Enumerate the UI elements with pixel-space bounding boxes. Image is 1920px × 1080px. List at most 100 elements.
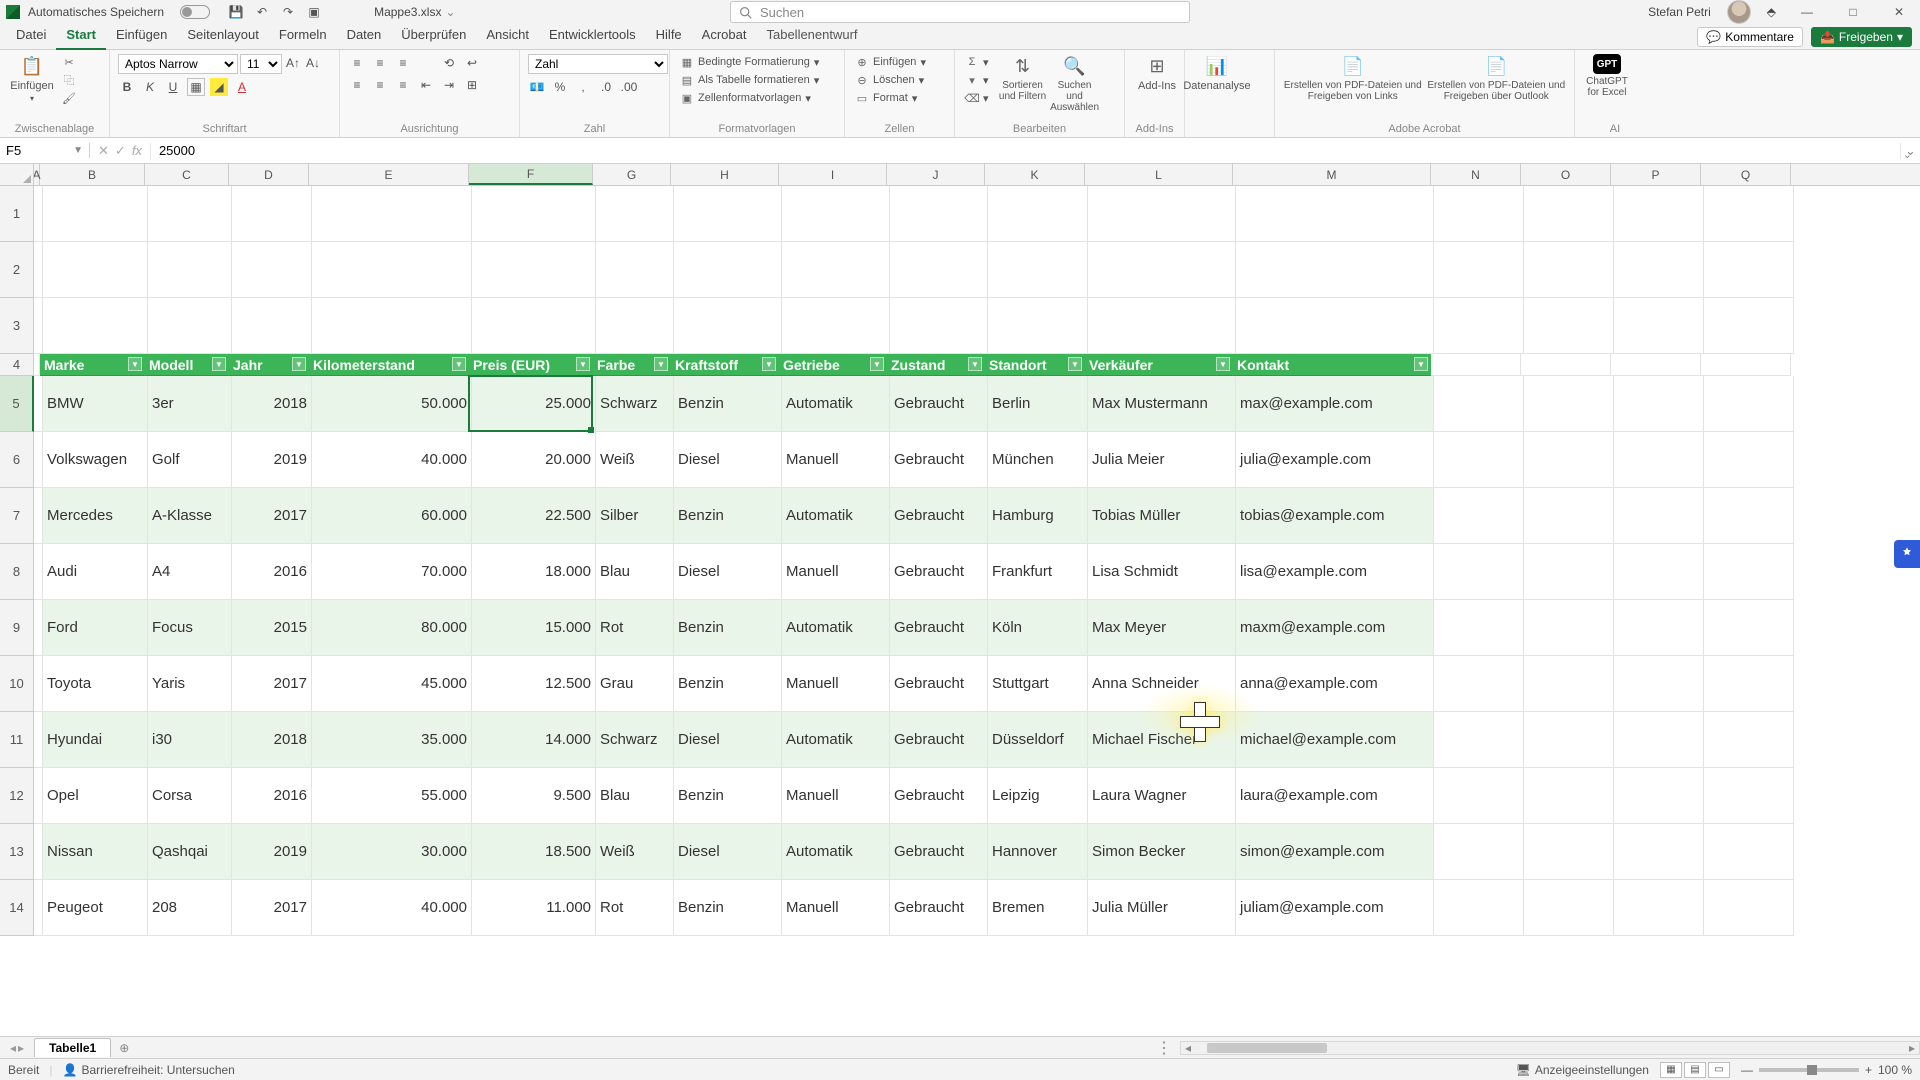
cell-J[interactable]: Gebraucht — [890, 544, 988, 600]
cell-D[interactable] — [232, 186, 312, 242]
cell-O[interactable] — [1524, 656, 1614, 712]
number-format-select[interactable]: Zahl — [528, 54, 668, 74]
fill-button[interactable]: ▾▾ — [963, 72, 991, 88]
cell-H[interactable]: Benzin — [674, 600, 782, 656]
name-box-dropdown-icon[interactable]: ▼ — [73, 145, 83, 156]
cell-L[interactable]: Tobias Müller — [1088, 488, 1236, 544]
cell-L[interactable]: Julia Meier — [1088, 432, 1236, 488]
cell-P[interactable] — [1614, 298, 1704, 354]
cell-L[interactable]: Michael Fischer — [1088, 712, 1236, 768]
cell-D[interactable] — [232, 242, 312, 298]
row-head-7[interactable]: 7 — [0, 488, 34, 544]
autosum-button[interactable]: Σ▾ — [963, 54, 991, 70]
cell-M[interactable]: anna@example.com — [1236, 656, 1434, 712]
cell-P[interactable] — [1614, 544, 1704, 600]
orientation-icon[interactable]: ⟲ — [440, 54, 458, 72]
cell-D[interactable]: 2017 — [232, 880, 312, 936]
cell-E[interactable]: 50.000 — [312, 376, 472, 432]
cell-J[interactable]: Gebraucht — [890, 712, 988, 768]
align-middle-icon[interactable]: ≡ — [371, 54, 389, 72]
cell-C[interactable]: A4 — [148, 544, 232, 600]
zoom-slider[interactable] — [1759, 1068, 1859, 1072]
cell-J[interactable] — [890, 298, 988, 354]
cell-A[interactable] — [34, 712, 43, 768]
cell-G[interactable]: Grau — [596, 656, 674, 712]
clear-button[interactable]: ⌫▾ — [963, 90, 991, 106]
cell-E[interactable]: 30.000 — [312, 824, 472, 880]
cell-H[interactable]: Benzin — [674, 376, 782, 432]
cell-I[interactable]: Getriebe▼ — [779, 354, 887, 376]
insert-cells-button[interactable]: ⊕Einfügen ▾ — [853, 54, 946, 70]
cell-F[interactable] — [472, 298, 596, 354]
cell-F[interactable]: 22.500 — [472, 488, 596, 544]
cell-G[interactable]: Silber — [596, 488, 674, 544]
accessibility-label[interactable]: Barrierefreiheit: Untersuchen — [81, 1063, 234, 1077]
cell-Q[interactable] — [1704, 298, 1794, 354]
cell-J[interactable]: Gebraucht — [890, 880, 988, 936]
cell-H[interactable]: Kraftstoff▼ — [671, 354, 779, 376]
cell-N[interactable] — [1434, 432, 1524, 488]
comma-format-icon[interactable]: , — [574, 78, 592, 96]
cell-L[interactable]: Verkäufer▼ — [1085, 354, 1233, 376]
col-head-Q[interactable]: Q — [1701, 164, 1791, 185]
cell-G[interactable]: Blau — [596, 544, 674, 600]
cell-F[interactable]: 12.500 — [472, 656, 596, 712]
cell-L[interactable] — [1088, 242, 1236, 298]
cell-A[interactable] — [34, 376, 43, 432]
cell-K[interactable]: Berlin — [988, 376, 1088, 432]
ribbon-tab-tabellenentwurf[interactable]: Tabellenentwurf — [756, 23, 867, 50]
row-head-9[interactable]: 9 — [0, 600, 34, 656]
data-analysis-button[interactable]: 📊Datenanalyse — [1193, 54, 1241, 92]
cell-F[interactable]: 11.000 — [472, 880, 596, 936]
cell-C[interactable]: i30 — [148, 712, 232, 768]
cell-F[interactable]: Preis (EUR)▼ — [469, 354, 593, 376]
copy-button[interactable]: ⿻ — [60, 72, 78, 88]
cell-K[interactable] — [988, 186, 1088, 242]
cell-A[interactable] — [34, 880, 43, 936]
cell-F[interactable] — [472, 186, 596, 242]
cell-D[interactable]: 2017 — [232, 656, 312, 712]
cell-P[interactable] — [1614, 488, 1704, 544]
cell-I[interactable]: Automatik — [782, 488, 890, 544]
cell-O[interactable] — [1524, 376, 1614, 432]
acrobat-link-button[interactable]: 📄Erstellen von PDF-Dateien und Freigeben… — [1283, 54, 1423, 102]
cell-M[interactable]: Kontakt▼ — [1233, 354, 1431, 376]
row-head-5[interactable]: 5 — [0, 376, 34, 432]
cell-J[interactable]: Gebraucht — [890, 488, 988, 544]
cell-N[interactable] — [1434, 600, 1524, 656]
col-head-J[interactable]: J — [887, 164, 985, 185]
cell-I[interactable]: Automatik — [782, 600, 890, 656]
col-head-K[interactable]: K — [985, 164, 1085, 185]
cell-D[interactable]: Jahr▼ — [229, 354, 309, 376]
align-left-icon[interactable]: ≡ — [348, 76, 366, 94]
cell-H[interactable]: Benzin — [674, 768, 782, 824]
cell-B[interactable]: Opel — [43, 768, 148, 824]
cell-K[interactable]: Hamburg — [988, 488, 1088, 544]
cell-A[interactable] — [34, 600, 43, 656]
formula-input[interactable] — [159, 143, 1892, 158]
cell-B[interactable]: Mercedes — [43, 488, 148, 544]
select-all-button[interactable] — [0, 164, 34, 185]
acrobat-outlook-button[interactable]: 📄Erstellen von PDF-Dateien und Freigeben… — [1427, 54, 1567, 102]
cell-G[interactable]: Weiß — [596, 432, 674, 488]
col-head-M[interactable]: M — [1233, 164, 1431, 185]
cell-J[interactable]: Gebraucht — [890, 768, 988, 824]
bold-button[interactable]: B — [118, 78, 136, 96]
cell-K[interactable]: Köln — [988, 600, 1088, 656]
cell-F[interactable]: 20.000 — [472, 432, 596, 488]
cell-N[interactable] — [1434, 768, 1524, 824]
cell-K[interactable]: Bremen — [988, 880, 1088, 936]
cell-C[interactable]: Golf — [148, 432, 232, 488]
cell-O[interactable] — [1524, 768, 1614, 824]
col-head-G[interactable]: G — [593, 164, 671, 185]
fx-icon[interactable]: fx — [132, 143, 142, 159]
cell-Q[interactable] — [1704, 600, 1794, 656]
cell-G[interactable]: Rot — [596, 880, 674, 936]
page-layout-view-button[interactable]: ▤ — [1684, 1062, 1706, 1078]
cells-area[interactable]: Marke▼Modell▼Jahr▼Kilometerstand▼Preis (… — [34, 186, 1920, 936]
align-top-icon[interactable]: ≡ — [348, 54, 366, 72]
chatgpt-button[interactable]: GPTChatGPT for Excel — [1583, 54, 1631, 98]
zoom-in-button[interactable]: + — [1865, 1063, 1872, 1077]
redo-icon[interactable]: ↷ — [280, 4, 296, 20]
autosave-toggle[interactable] — [180, 5, 210, 19]
